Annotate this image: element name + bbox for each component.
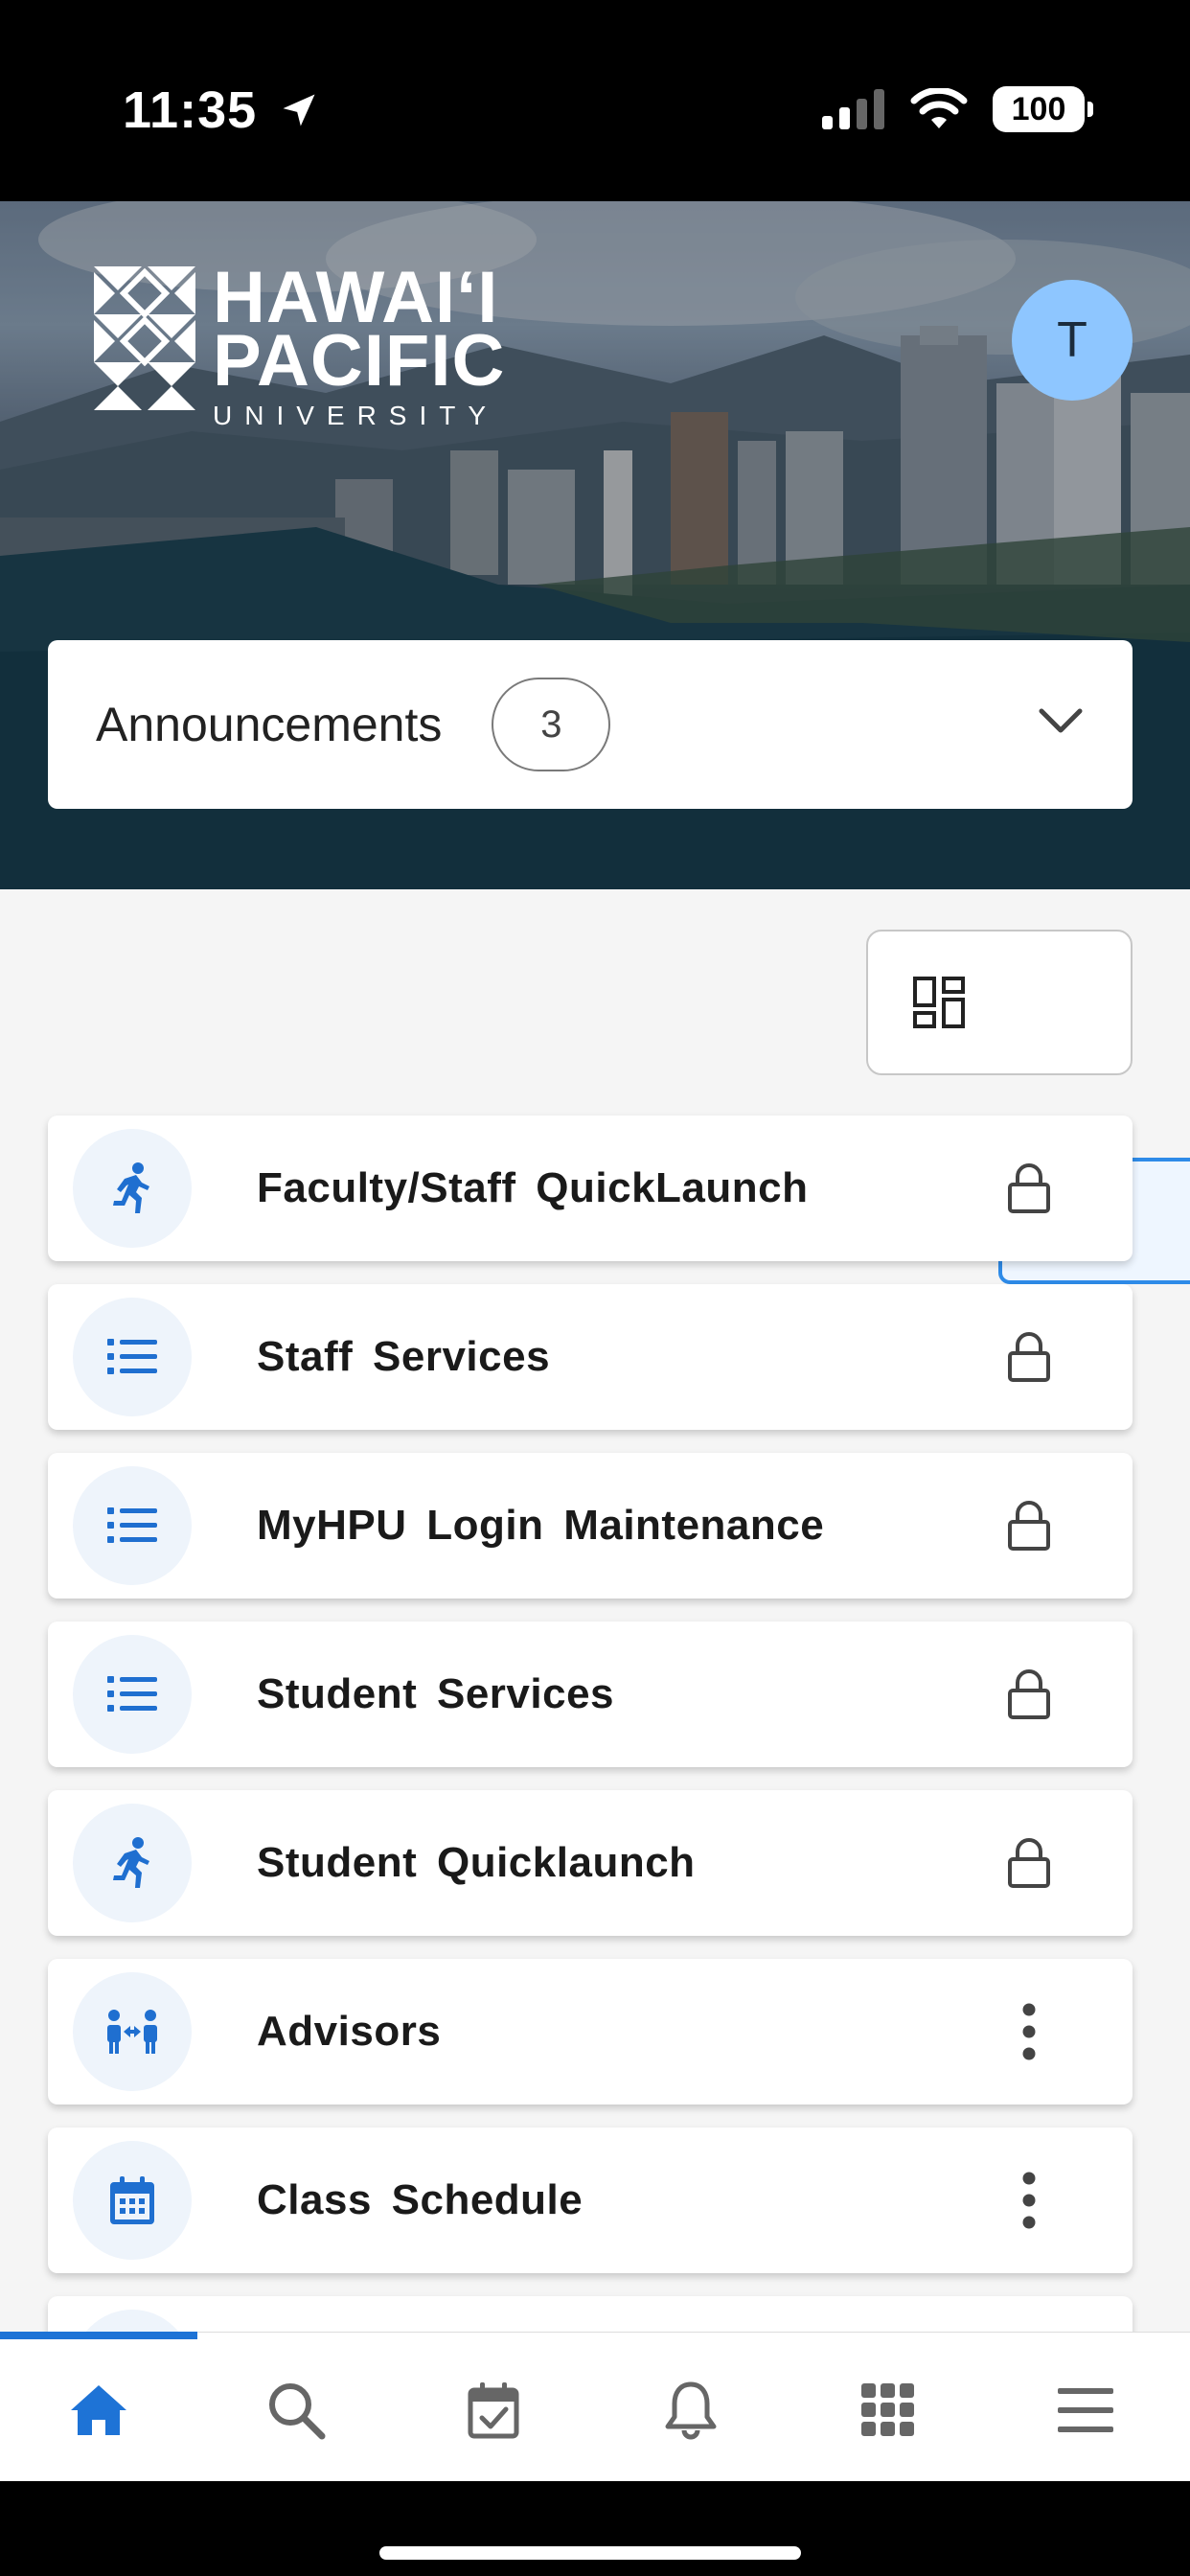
row-icon-container	[73, 1635, 192, 1754]
chevron-down-icon[interactable]	[1037, 702, 1085, 740]
lock-icon	[1008, 1838, 1050, 1888]
nav-home[interactable]	[0, 2367, 197, 2453]
list-item-label: Staff Services	[257, 1333, 551, 1380]
nav-notifications[interactable]	[592, 2367, 790, 2453]
status-bar: 11:35 100	[0, 0, 1190, 201]
list-item-label: MyHPU Login Maintenance	[257, 1502, 825, 1549]
logo-mark-icon	[94, 266, 195, 410]
search-icon	[269, 2383, 326, 2440]
menu-icon	[1058, 2388, 1113, 2432]
calendar-check-icon	[468, 2382, 519, 2439]
nav-search[interactable]	[197, 2367, 395, 2453]
list-item-partial[interactable]	[48, 2296, 1133, 2332]
list-item-student-services[interactable]: Student Services	[48, 1622, 1133, 1767]
nav-menu[interactable]	[987, 2367, 1184, 2453]
row-icon-container	[73, 1804, 192, 1922]
active-tab-indicator	[0, 2332, 197, 2339]
lock-icon	[1008, 1332, 1050, 1382]
lock-icon	[1008, 1501, 1050, 1551]
battery-level: 100	[1011, 90, 1066, 127]
row-icon-container	[73, 1466, 192, 1585]
home-indicator-area	[0, 2481, 1190, 2576]
hero-banner: HAWAIʻI PACIFIC UNIVERSITY T Announcemen…	[0, 201, 1190, 889]
running-person-icon	[113, 1837, 149, 1888]
cellular-signal-icon	[822, 89, 884, 129]
dashboard-grid-icon	[913, 977, 965, 1028]
wifi-icon	[910, 88, 968, 128]
main-content: Faculty/Staff QuickLaunch Staff Services…	[0, 889, 1190, 2332]
avatar-initial: T	[1057, 312, 1087, 368]
list-item-student-quicklaunch[interactable]: Student Quicklaunch	[48, 1790, 1133, 1936]
list-item-faculty-staff-quicklaunch[interactable]: Faculty/Staff QuickLaunch	[48, 1116, 1133, 1261]
list-item-label: Student Services	[257, 1670, 615, 1717]
row-icon-container	[73, 1298, 192, 1416]
logo-text-line2: PACIFIC	[213, 320, 506, 402]
apps-grid-icon	[861, 2383, 914, 2436]
row-action	[1000, 1328, 1058, 1386]
more-options-button[interactable]	[1000, 2172, 1058, 2229]
list-icon	[107, 1507, 157, 1543]
row-icon-container	[73, 1129, 192, 1248]
row-icon-container	[73, 2141, 192, 2260]
list-item-myhpu-login-maintenance[interactable]: MyHPU Login Maintenance	[48, 1453, 1133, 1598]
list-item-class-schedule[interactable]: Class Schedule	[48, 2128, 1133, 2273]
battery-indicator: 100	[993, 86, 1093, 132]
announcements-bar[interactable]: Announcements 3	[48, 640, 1133, 809]
list-item-label: Advisors	[257, 2008, 442, 2055]
university-logo: HAWAIʻI PACIFIC UNIVERSITY	[94, 262, 506, 431]
list-item-label: Class Schedule	[257, 2176, 584, 2223]
lock-icon	[1008, 1669, 1050, 1719]
running-person-icon	[113, 1162, 149, 1213]
list-icon	[107, 1339, 157, 1374]
grid-view-button[interactable]	[878, 939, 1000, 1066]
list-item-advisors[interactable]: Advisors	[48, 1959, 1133, 2104]
more-vertical-icon	[1022, 2172, 1036, 2229]
bottom-nav	[0, 2332, 1190, 2481]
bell-icon	[665, 2381, 717, 2440]
calendar-icon	[110, 2176, 154, 2224]
nav-calendar[interactable]	[395, 2367, 592, 2453]
status-time: 11:35	[123, 80, 320, 140]
view-toggle	[866, 930, 1190, 1284]
list-item-label: Faculty/Staff QuickLaunch	[257, 1164, 809, 1211]
row-icon-container	[73, 1972, 192, 2091]
row-action	[1000, 1160, 1058, 1217]
services-list: Faculty/Staff QuickLaunch Staff Services…	[48, 1116, 1133, 2332]
home-icon	[71, 2385, 126, 2435]
row-action	[1000, 1666, 1058, 1723]
location-arrow-icon	[283, 94, 315, 126]
announcements-label: Announcements	[96, 698, 443, 751]
list-item-label: Student Quicklaunch	[257, 1839, 696, 1886]
row-action	[1000, 1497, 1058, 1554]
list-icon	[107, 1676, 157, 1712]
lock-icon	[1008, 1163, 1050, 1213]
status-indicators: 100	[822, 86, 1093, 132]
more-vertical-icon	[1022, 2003, 1036, 2060]
avatar[interactable]: T	[1012, 280, 1133, 401]
logo-text-line3: UNIVERSITY	[213, 401, 499, 430]
advisors-icon	[107, 2010, 157, 2054]
announcements-count-badge: 3	[492, 678, 611, 771]
home-indicator[interactable]	[379, 2546, 801, 2560]
nav-apps[interactable]	[790, 2367, 987, 2453]
list-item-staff-services[interactable]: Staff Services	[48, 1284, 1133, 1430]
more-options-button[interactable]	[1000, 2003, 1058, 2060]
row-action	[1000, 1834, 1058, 1892]
row-icon-container	[73, 2310, 192, 2332]
